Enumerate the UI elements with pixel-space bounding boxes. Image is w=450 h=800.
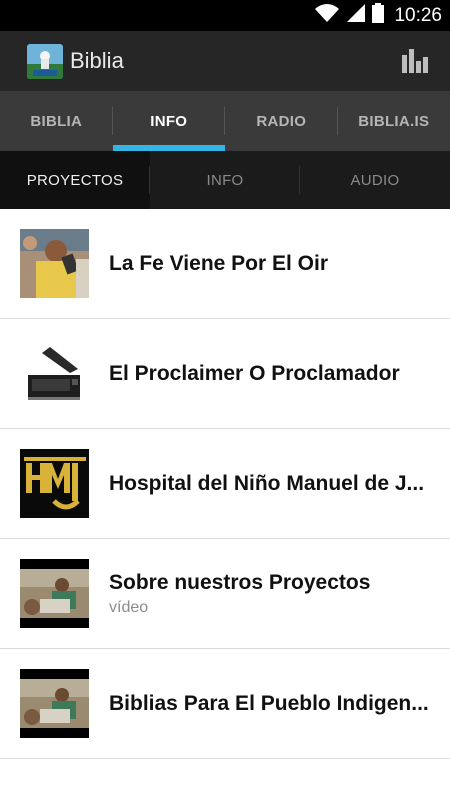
item-title: Sobre nuestros Proyectos xyxy=(109,570,371,594)
tab-label: INFO xyxy=(150,112,188,130)
subtab-audio[interactable]: AUDIO xyxy=(300,151,450,209)
video-thumbnail xyxy=(20,559,89,628)
item-title: Biblias Para El Pueblo Indigen... xyxy=(109,691,429,715)
action-bar: Biblia xyxy=(0,31,450,91)
bar-chart-icon[interactable] xyxy=(400,47,428,75)
battery-icon xyxy=(372,3,385,28)
sub-tabs: PROYECTOS INFO AUDIO xyxy=(0,151,450,209)
item-title: Hospital del Niño Manuel de J... xyxy=(109,471,425,495)
item-subtitle: vídeo xyxy=(109,598,149,616)
tab-label: RADIO xyxy=(256,112,307,130)
list-item[interactable]: La Fe Viene Por El Oir xyxy=(0,209,450,319)
list-item[interactable]: Hospital del Niño Manuel de J... xyxy=(0,429,450,539)
item-text: Biblias Para El Pueblo Indigen... xyxy=(109,649,430,758)
item-text: La Fe Viene Por El Oir xyxy=(109,209,430,318)
list-item[interactable]: El Proclaimer O Proclamador xyxy=(0,319,450,429)
status-bar: 10:26 xyxy=(0,0,450,31)
list-item[interactable]: Biblias Para El Pueblo Indigen... xyxy=(0,649,450,759)
subtab-label: PROYECTOS xyxy=(26,171,124,189)
tab-info[interactable]: INFO xyxy=(112,91,225,151)
item-title: El Proclaimer O Proclamador xyxy=(109,361,400,385)
item-title: La Fe Viene Por El Oir xyxy=(109,251,329,275)
item-text: Hospital del Niño Manuel de J... xyxy=(109,429,430,538)
project-list: La Fe Viene Por El Oir El Proclaimer O P… xyxy=(0,209,450,759)
app-title: Biblia xyxy=(70,48,124,73)
item-thumbnail xyxy=(20,229,89,298)
signal-icon xyxy=(346,3,366,28)
item-thumbnail xyxy=(20,339,89,408)
tab-radio[interactable]: RADIO xyxy=(225,91,338,151)
list-item[interactable]: Sobre nuestros Proyectos vídeo xyxy=(0,539,450,649)
subtab-label: INFO xyxy=(206,171,244,189)
tab-biblia[interactable]: BIBLIA xyxy=(0,91,113,151)
wifi-icon xyxy=(314,3,340,28)
main-tabs: BIBLIA INFO RADIO BIBLIA.IS xyxy=(0,91,450,151)
app-logo-icon[interactable] xyxy=(27,44,63,79)
item-text: Sobre nuestros Proyectos vídeo xyxy=(109,539,430,648)
subtab-proyectos[interactable]: PROYECTOS xyxy=(0,151,150,209)
status-time: 10:26 xyxy=(394,4,442,26)
tab-label: BIBLIA.IS xyxy=(358,112,430,130)
hmj-logo-icon xyxy=(20,449,89,518)
subtab-label: AUDIO xyxy=(350,171,400,189)
item-text: El Proclaimer O Proclamador xyxy=(109,319,430,428)
video-thumbnail xyxy=(20,669,89,738)
tab-biblia-is[interactable]: BIBLIA.IS xyxy=(338,91,450,151)
subtab-info[interactable]: INFO xyxy=(150,151,300,209)
status-icons: 10:26 xyxy=(314,0,442,31)
tab-label: BIBLIA xyxy=(30,112,83,130)
